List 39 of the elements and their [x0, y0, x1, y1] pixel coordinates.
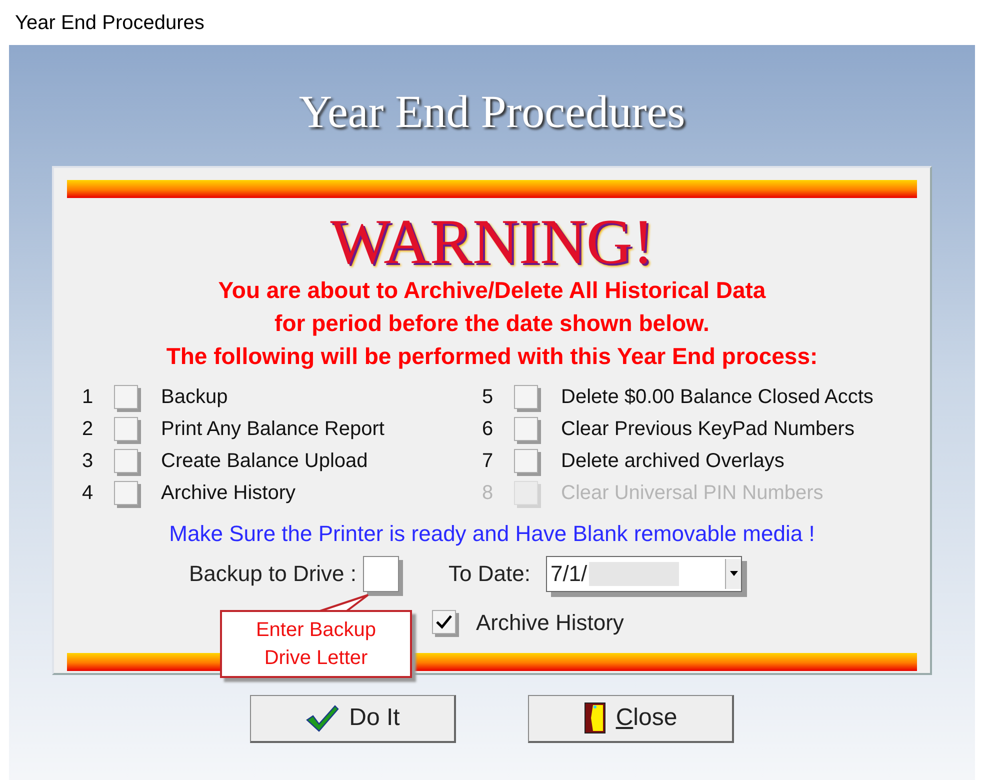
step-label: Clear Previous KeyPad Numbers [561, 416, 854, 442]
dialog-heading: Year End Procedures [298, 87, 686, 138]
door-icon [584, 702, 606, 734]
step-number: 7 [482, 448, 494, 474]
warning-title: WARNING! [329, 210, 655, 274]
step-number: 2 [82, 416, 94, 442]
checkbox[interactable] [114, 384, 138, 409]
step-number: 1 [82, 384, 94, 410]
do-it-button[interactable]: Do It [250, 694, 456, 743]
checkmark-icon [436, 615, 452, 630]
step-label: Archive History [161, 480, 296, 506]
warning-text: The following will be performed with this Year End process: [165, 342, 819, 371]
checkbox[interactable] [114, 480, 138, 505]
step-number: 6 [482, 416, 494, 442]
drive-label: Backup to Drive : [189, 560, 357, 588]
step-label: Clear Universal PIN Numbers [561, 480, 824, 506]
checkbox[interactable] [514, 448, 538, 473]
step-label: Backup [161, 384, 228, 410]
step-number: 4 [82, 480, 94, 506]
close-button[interactable]: Close [528, 694, 734, 743]
warning-text: You are about to Archive/Delete All Historical Data [217, 276, 767, 305]
checkbox[interactable] [432, 610, 456, 634]
step-number: 8 [482, 480, 494, 506]
checkbox-label: Archive History [476, 608, 624, 637]
step-label: Delete $0.00 Balance Closed Accts [561, 384, 874, 410]
step-number: 3 [82, 448, 94, 474]
checkbox[interactable] [114, 448, 138, 473]
date-label: To Date: [448, 560, 530, 588]
checkmark-icon [305, 704, 340, 732]
checkbox[interactable] [514, 416, 538, 441]
step-label: Create Balance Upload [161, 448, 368, 474]
notice-text: Make Sure the Printer is ready and Have Blank removable media ! [168, 520, 816, 548]
dropdown-caret-icon[interactable] [725, 558, 742, 589]
step-number: 5 [482, 384, 494, 410]
step-label: Print Any Balance Report [161, 416, 384, 442]
step-label: Delete archived Overlays [561, 448, 784, 474]
checkbox[interactable] [514, 384, 538, 409]
warning-text: for period before the date shown below. [274, 308, 710, 338]
checkbox[interactable] [114, 416, 138, 441]
